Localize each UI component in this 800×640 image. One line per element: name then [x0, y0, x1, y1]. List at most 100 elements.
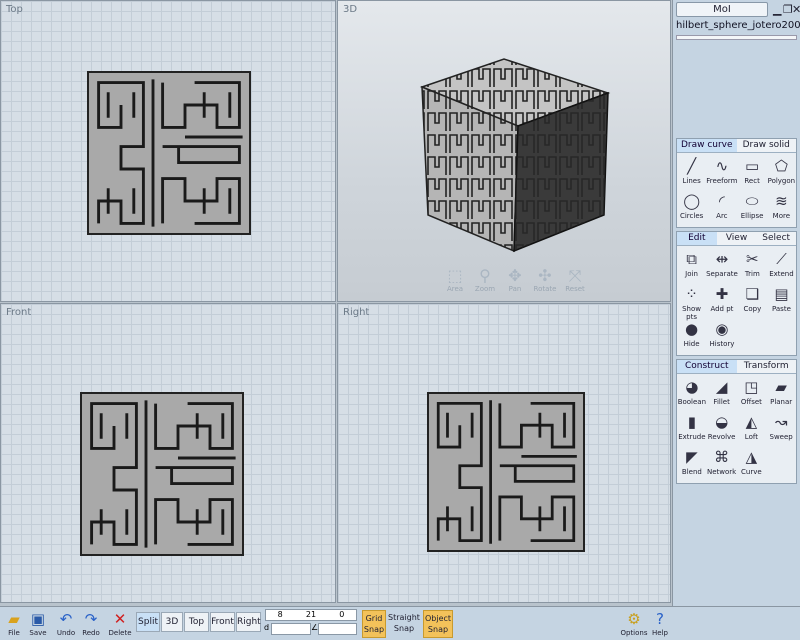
save-button[interactable]: ▣ Save [24, 609, 52, 637]
draw-arc-button[interactable]: ◜ Arc [706, 190, 737, 225]
nav-area-tool[interactable]: ⬚ Area [442, 267, 468, 294]
tab-draw-solid[interactable]: Draw solid [736, 139, 796, 152]
edit-tool-label: Extend [769, 270, 794, 278]
grid-snap-toggle[interactable]: Grid Snap [362, 610, 386, 638]
draw-ellipse-button[interactable]: ⬭ Ellipse [737, 190, 766, 225]
construct-network-button[interactable]: ⌘ Network [707, 446, 737, 481]
construct-tabs: Construct Transform [677, 360, 796, 374]
draw-more-button[interactable]: ≋ More [767, 190, 796, 225]
draw-tabs: Draw curve Draw solid [677, 139, 796, 153]
construct-curve-button[interactable]: ◮ Curve [737, 446, 767, 481]
construct-offset-button[interactable]: ◳ Offset [737, 376, 767, 411]
construct-sweep-button[interactable]: ↝ Sweep [766, 411, 796, 446]
draw-freeform-button[interactable]: ∿ Freeform [706, 155, 737, 190]
construct-loft-button[interactable]: ◭ Loft [737, 411, 767, 446]
edit-add-pt-button[interactable]: ✚ Add pt [706, 283, 738, 318]
edit-paste-button[interactable]: ▤ Paste [767, 283, 796, 318]
nav-zoom-tool[interactable]: ⚲ Zoom [472, 267, 498, 294]
viewport-right[interactable]: Right [337, 303, 671, 603]
edit-tool-label: Trim [744, 270, 760, 278]
straight-snap-toggle[interactable]: Straight Snap [388, 610, 420, 638]
edit-copy-button[interactable]: ❏ Copy [738, 283, 767, 318]
view-3d-button[interactable]: 3D [161, 612, 183, 632]
nav-reset-tool[interactable]: ⤧ Reset [562, 267, 588, 294]
nav-pan-tool[interactable]: ✥ Pan [502, 267, 528, 294]
draw-tool-label: Polygon [767, 177, 796, 185]
delete-button[interactable]: ✕ Delete [106, 609, 134, 637]
moi-app-button[interactable]: MoI [676, 2, 768, 17]
distance-label: d [264, 623, 270, 632]
help-icon: ? [656, 610, 664, 628]
curve-icon: ◮ [745, 448, 758, 466]
viewport-3d[interactable]: 3D ⬚ Area ⚲ Zoom ✥ Pan ✣ Rotate ⤧ Reset [337, 0, 671, 302]
construct-planar-button[interactable]: ▰ Planar [766, 376, 796, 411]
minimize-icon[interactable]: ▁ [773, 3, 781, 16]
moi-app-window: Top 3D ⬚ Area ⚲ Zoom ✥ Pan ✣ Rotate ⤧ Re… [0, 0, 800, 640]
construct-revolve-button[interactable]: ◒ Revolve [707, 411, 737, 446]
tab-edit[interactable]: Edit [677, 232, 717, 245]
document-filename: hilbert_sphere_jotero2007... [676, 20, 800, 31]
distance-input[interactable] [271, 623, 311, 635]
arc-icon: ◜ [718, 192, 725, 210]
viewport-front[interactable]: Front [0, 303, 336, 603]
help-button[interactable]: ? Help [646, 609, 674, 637]
construct-blend-button[interactable]: ◤ Blend [677, 446, 707, 481]
viewport-top[interactable]: Top [0, 0, 336, 302]
view-navigation-tools: ⬚ Area ⚲ Zoom ✥ Pan ✣ Rotate ⤧ Reset [442, 267, 588, 294]
paste-icon: ▤ [774, 285, 789, 303]
edit-tool-label: Join [685, 270, 698, 278]
hilbert-object-right[interactable] [427, 392, 585, 552]
view-split-button[interactable]: Split [136, 612, 160, 632]
draw-circles-button[interactable]: ◯ Circles [677, 190, 706, 225]
edit-extend-button[interactable]: ⟋ Extend [767, 248, 796, 283]
edit-join-button[interactable]: ⧉ Join [677, 248, 706, 283]
nav-rotate-tool[interactable]: ✣ Rotate [532, 267, 558, 294]
tab-select[interactable]: Select [756, 232, 797, 245]
view-front-button[interactable]: Front [210, 612, 235, 632]
draw-polygon-button[interactable]: ⬠ Polygon [767, 155, 796, 190]
redo-icon: ↷ [84, 610, 98, 628]
edit-hide-button[interactable]: ● Hide [677, 318, 706, 353]
object-snap-toggle[interactable]: Object Snap [423, 610, 453, 638]
construct-boolean-button[interactable]: ◕ Boolean [677, 376, 707, 411]
lines-icon: ╱ [687, 157, 697, 175]
draw-rect-button[interactable]: ▭ Rect [737, 155, 766, 190]
edit-tool-group: Edit View Select ⧉ Join ⇹ Separate ✂ Trim ⟋ Ext… [676, 231, 797, 356]
edit-separate-button[interactable]: ⇹ Separate [706, 248, 738, 283]
delete-x-icon: ✕ [113, 610, 127, 628]
construct-extrude-button[interactable]: ▮ Extrude [677, 411, 707, 446]
circles-icon: ◯ [683, 192, 701, 210]
tab-transform[interactable]: Transform [736, 360, 796, 373]
tab-draw-curve[interactable]: Draw curve [677, 139, 737, 152]
close-icon[interactable]: ✕ [792, 3, 800, 16]
edit-tool-label: History [709, 340, 735, 348]
edit-tool-label: Hide [683, 340, 700, 348]
edit-tool-label: Add pt [710, 305, 734, 313]
construct-fillet-button[interactable]: ◢ Fillet [707, 376, 737, 411]
coordinate-input[interactable]: 8 21 0 [265, 609, 357, 621]
construct-tool-grid: ◕ Boolean ◢ Fillet ◳ Offset ▰ Planar ▮ Extrude ◒ Re… [677, 374, 796, 483]
hilbert-object-front[interactable] [80, 392, 244, 556]
polygon-icon: ⬠ [774, 157, 788, 175]
construct-tool-label: Loft [744, 433, 758, 441]
boolean-icon: ◕ [685, 378, 699, 396]
hilbert-object-top[interactable] [87, 71, 251, 235]
more-icon: ≋ [775, 192, 788, 210]
draw-tool-label: Lines [682, 177, 701, 185]
tab-construct[interactable]: Construct [677, 360, 737, 373]
edit-trim-button[interactable]: ✂ Trim [738, 248, 767, 283]
extrude-icon: ▮ [687, 413, 696, 431]
draw-lines-button[interactable]: ╱ Lines [677, 155, 706, 190]
edit-history-button[interactable]: ◉ History [706, 318, 738, 353]
undo-button[interactable]: ↶ Undo [52, 609, 80, 637]
view-top-button[interactable]: Top [184, 612, 209, 632]
hilbert-cube-3d[interactable] [338, 1, 671, 302]
angle-input[interactable] [318, 623, 357, 635]
construct-tool-label: Network [707, 468, 737, 476]
history-icon: ◉ [715, 320, 729, 338]
hide-icon: ● [685, 320, 699, 338]
redo-button[interactable]: ↷ Redo [77, 609, 105, 637]
tab-view[interactable]: View [716, 232, 757, 245]
edit-show-pts-button[interactable]: ⁘ Show pts [677, 283, 706, 321]
view-right-button[interactable]: Right [236, 612, 261, 632]
